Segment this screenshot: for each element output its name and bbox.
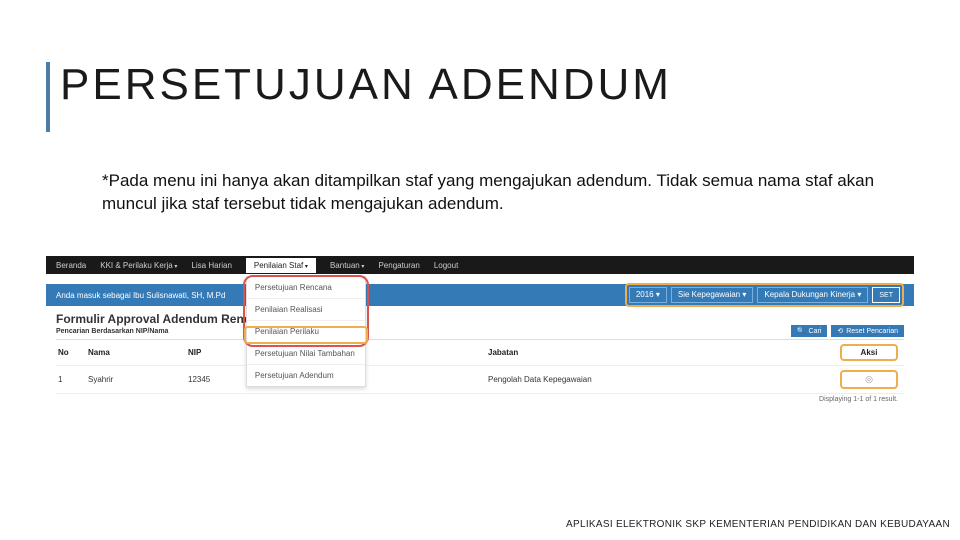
callout-orange-aksi-cell: ◎ xyxy=(840,370,898,389)
reset-icon: ⟲ xyxy=(837,327,843,335)
nav-pengaturan[interactable]: Pengaturan xyxy=(378,261,419,270)
form-title: Formulir Approval Adendum Renc xyxy=(56,312,904,326)
col-no: No xyxy=(56,348,88,357)
slide-title: PERSETUJUAN ADENDUM xyxy=(60,60,672,110)
staff-table: No Nama NIP Pangkat/Golongan Jabatan Aks… xyxy=(56,339,904,394)
nav-lisa-harian[interactable]: Lisa Harian xyxy=(191,261,231,270)
col-jabatan: Jabatan xyxy=(488,348,748,357)
welcome-text: Anda masuk sebagai Ibu Sulisnawati, SH, … xyxy=(56,291,225,300)
dropdown-item-adendum[interactable]: Persetujuan Adendum xyxy=(247,365,365,386)
search-label: Pencarian Berdasarkan NIP/Nama xyxy=(56,328,904,335)
cell-aksi: ◎ xyxy=(748,370,904,389)
callout-orange-context: 2016 ▾ Sie Kepegawaian ▾ Kepala Dukungan… xyxy=(625,283,904,307)
slide-note: *Pada menu ini hanya akan ditampilkan st… xyxy=(102,170,900,216)
table-pager: Displaying 1-1 of 1 result. xyxy=(56,394,904,407)
callout-orange-aksi-header: Aksi xyxy=(840,344,898,361)
nav-beranda[interactable]: Beranda xyxy=(56,261,86,270)
year-select[interactable]: 2016 ▾ xyxy=(629,287,667,303)
dropdown-item-perilaku[interactable]: Penilaian Perilaku xyxy=(247,321,365,343)
dropdown-item-nilai-tambahan[interactable]: Persetujuan Nilai Tambahan xyxy=(247,343,365,365)
search-icon: 🔍 xyxy=(797,327,806,335)
cari-button[interactable]: 🔍Cari xyxy=(791,325,828,337)
unit-select[interactable]: Kepala Dukungan Kinerja ▾ xyxy=(757,287,868,303)
col-aksi: Aksi xyxy=(748,344,904,361)
nav-kki[interactable]: KKI & Perilaku Kerja xyxy=(100,261,177,270)
dropdown-item-realisasi[interactable]: Penilaian Realisasi xyxy=(247,299,365,321)
cell-nama: Syahrir xyxy=(88,375,188,384)
penilaian-dropdown: Persetujuan Rencana Penilaian Realisasi … xyxy=(246,276,366,387)
nav-penilaian-staf[interactable]: Penilaian Staf xyxy=(246,258,316,273)
table-row: 1 Syahrir 12345 Penata Muda, III/a Pengo… xyxy=(56,366,904,394)
role-select[interactable]: Sie Kepegawaian ▾ xyxy=(671,287,754,303)
nav-bantuan[interactable]: Bantuan xyxy=(330,261,365,270)
cell-no: 1 xyxy=(56,375,88,384)
set-button[interactable]: SET xyxy=(872,287,900,303)
cell-jabatan: Pengolah Data Kepegawaian xyxy=(488,375,748,384)
form-area: Formulir Approval Adendum Renc Pencarian… xyxy=(46,306,914,407)
nav-logout[interactable]: Logout xyxy=(434,261,458,270)
app-navbar: Beranda KKI & Perilaku Kerja Lisa Harian… xyxy=(46,256,914,274)
col-nama: Nama xyxy=(88,348,188,357)
context-bar: Anda masuk sebagai Ibu Sulisnawati, SH, … xyxy=(46,284,914,306)
table-header-row: No Nama NIP Pangkat/Golongan Jabatan Aks… xyxy=(56,340,904,366)
view-icon[interactable]: ◎ xyxy=(865,374,873,384)
reset-button[interactable]: ⟲Reset Pencarian xyxy=(831,325,904,337)
dropdown-item-rencana[interactable]: Persetujuan Rencana xyxy=(247,277,365,299)
slide-footer: APLIKASI ELEKTRONIK SKP KEMENTERIAN PEND… xyxy=(566,519,950,530)
app-screenshot: Beranda KKI & Perilaku Kerja Lisa Harian… xyxy=(46,256,914,407)
title-accent-bar xyxy=(46,62,50,132)
